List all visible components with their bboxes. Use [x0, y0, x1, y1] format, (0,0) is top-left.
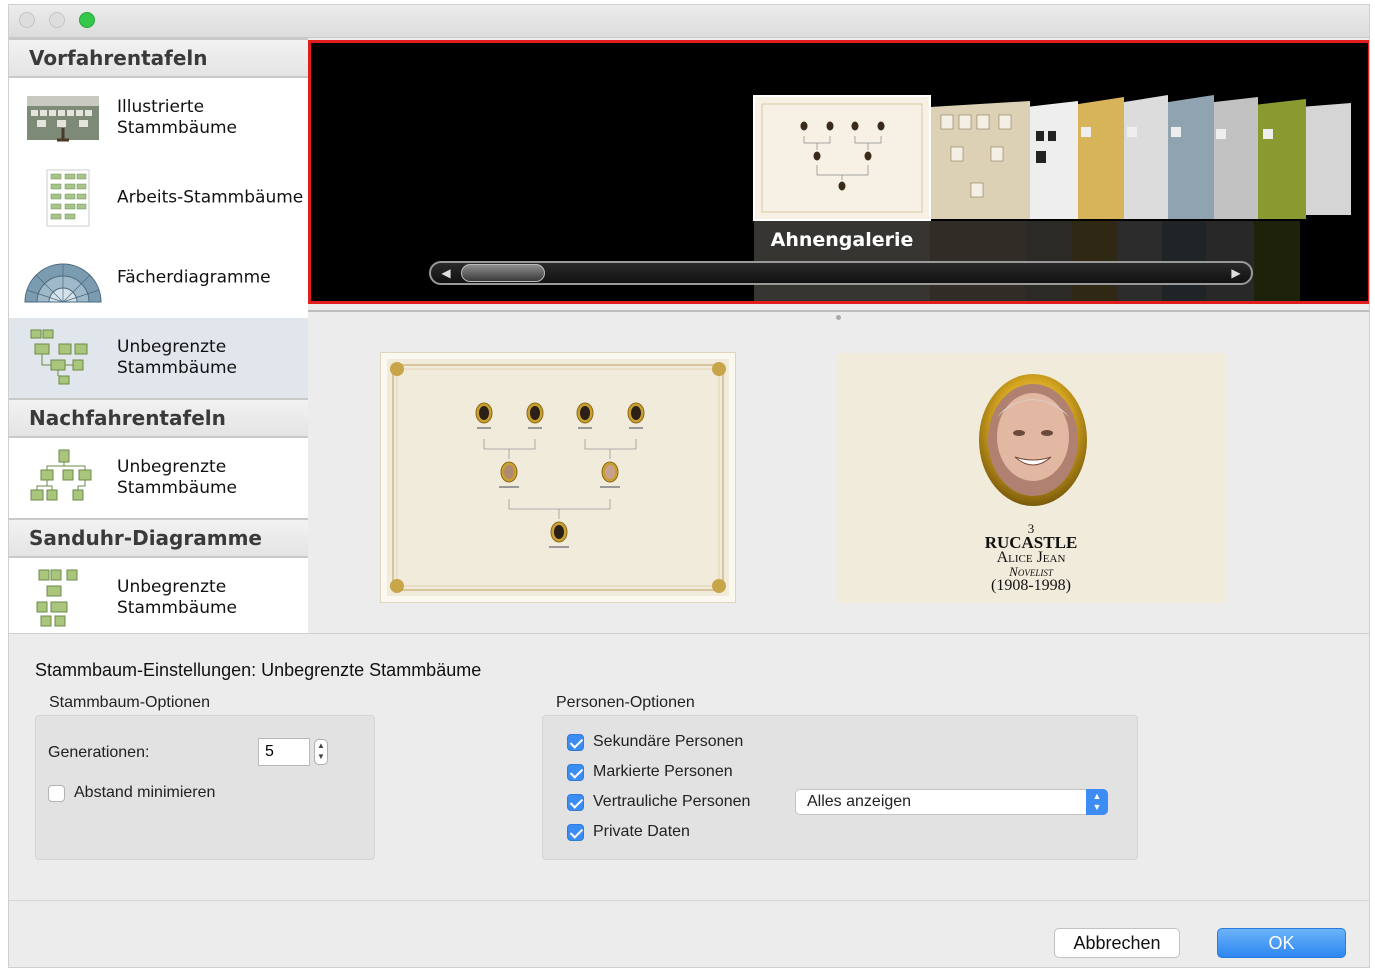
- tree-options-group: Generationen: ▲▼ Abstand minimieren: [35, 715, 375, 860]
- unlimited-tree-icon: [30, 329, 88, 385]
- generations-label: Generationen:: [48, 744, 150, 761]
- scrollbar-thumb[interactable]: [461, 264, 545, 282]
- fan-chart-icon: [24, 263, 102, 303]
- portrait-dates: (1908-1998): [991, 577, 1071, 594]
- section-hourglass-charts: Sanduhr-Diagramme: [9, 518, 308, 558]
- scroll-right-arrow-icon[interactable]: ▶: [1221, 264, 1251, 282]
- close-window-button[interactable]: [19, 12, 35, 28]
- splitter-handle-icon[interactable]: [836, 315, 841, 320]
- sidebar-item-label: Arbeits-Stammbäume: [117, 187, 304, 208]
- chart-settings-window: Vorfahrentafeln Illustrierte Stammbäume: [8, 4, 1370, 968]
- working-tree-icon: [46, 169, 90, 227]
- scroll-left-arrow-icon[interactable]: ◀: [431, 264, 461, 282]
- minimize-spacing-option[interactable]: Abstand minimieren: [48, 782, 215, 804]
- tree-options-title: Stammbaum-Optionen: [49, 694, 210, 711]
- confidential-persons-option[interactable]: Vertrauliche Personen: [567, 791, 750, 813]
- secondary-persons-checkbox[interactable]: [567, 733, 584, 751]
- generations-input[interactable]: [258, 738, 310, 766]
- select-chevron-icon[interactable]: ▲ ▼: [1086, 789, 1108, 815]
- descendant-tree-icon: [30, 449, 92, 501]
- sidebar-item-fan-charts[interactable]: Fächerdiagramme: [9, 238, 308, 318]
- sidebar-item-label: Fächerdiagramme: [117, 267, 271, 288]
- sidebar-item-illustrated-trees[interactable]: Illustrierte Stammbäume: [9, 78, 308, 158]
- ancestor-gallery-preview: [390, 362, 726, 593]
- chart-style-coverflow[interactable]: Ahnengalerie ◀ ▶: [308, 40, 1369, 304]
- section-descendant-charts: Nachfahrentafeln: [9, 398, 308, 438]
- sidebar-item-descendant-unlimited-trees[interactable]: Unbegrenzte Stammbäume: [9, 438, 308, 518]
- private-data-option[interactable]: Private Daten: [567, 821, 690, 843]
- private-data-label: Private Daten: [593, 823, 690, 840]
- sidebar-item-hourglass-unlimited-trees[interactable]: Unbegrenzte Stammbäume: [9, 558, 308, 638]
- chart-settings-panel: Stammbaum-Einstellungen: Unbegrenzte Sta…: [9, 633, 1369, 967]
- sidebar-item-label: Unbegrenzte Stammbäume: [117, 337, 237, 378]
- sidebar-item-unlimited-trees[interactable]: Unbegrenzte Stammbäume: [9, 318, 308, 398]
- private-data-checkbox[interactable]: [567, 823, 584, 841]
- sidebar-item-working-trees[interactable]: Arbeits-Stammbäume: [9, 158, 308, 238]
- cancel-button[interactable]: Abbrechen: [1054, 928, 1180, 958]
- secondary-persons-label: Sekundäre Personen: [593, 733, 744, 750]
- chart-type-sidebar: Vorfahrentafeln Illustrierte Stammbäume: [9, 38, 308, 633]
- confidential-persons-checkbox[interactable]: [567, 793, 584, 811]
- sidebar-item-label: Illustrierte Stammbäume: [117, 97, 237, 138]
- person-options-title: Personen-Optionen: [556, 694, 695, 711]
- sidebar-item-label: Unbegrenzte Stammbäume: [117, 457, 237, 498]
- ok-button[interactable]: OK: [1217, 928, 1346, 958]
- title-bar: [9, 5, 1369, 38]
- minimize-window-button[interactable]: [49, 12, 65, 28]
- person-options-group: Sekundäre Personen Markierte Personen Ve…: [542, 715, 1138, 860]
- minimize-spacing-checkbox[interactable]: [48, 784, 65, 802]
- marked-persons-label: Markierte Personen: [593, 763, 733, 780]
- selected-style-title: Ahnengalerie: [770, 229, 914, 251]
- marked-persons-checkbox[interactable]: [567, 763, 584, 781]
- portrait-frame-icon: [979, 374, 1087, 506]
- section-ancestor-charts: Vorfahrentafeln: [9, 38, 308, 78]
- confidential-display-select[interactable]: Alles anzeigen ▲ ▼: [795, 789, 1108, 815]
- pane-splitter[interactable]: [308, 310, 1369, 321]
- confidential-persons-label: Vertrauliche Personen: [593, 793, 751, 810]
- generations-stepper-icon[interactable]: ▲ ▼: [314, 739, 328, 765]
- zoom-window-button[interactable]: [79, 12, 95, 28]
- hourglass-tree-icon: [36, 569, 78, 627]
- portrait-detail-preview: 3 RUCASTLE Alice Jean Novelist (1908-199…: [837, 353, 1225, 603]
- footer-divider: [9, 900, 1369, 901]
- chart-preview: [380, 352, 736, 603]
- select-value: Alles anzeigen: [807, 793, 912, 810]
- sidebar-item-label: Unbegrenzte Stammbäume: [117, 577, 237, 618]
- coverflow-scrollbar[interactable]: ◀ ▶: [429, 261, 1253, 285]
- secondary-persons-option[interactable]: Sekundäre Personen: [567, 731, 743, 753]
- illustrated-tree-icon: [27, 96, 99, 142]
- minimize-spacing-label: Abstand minimieren: [74, 784, 216, 801]
- marked-persons-option[interactable]: Markierte Personen: [567, 761, 733, 783]
- settings-title: Stammbaum-Einstellungen: Unbegrenzte Sta…: [35, 660, 482, 680]
